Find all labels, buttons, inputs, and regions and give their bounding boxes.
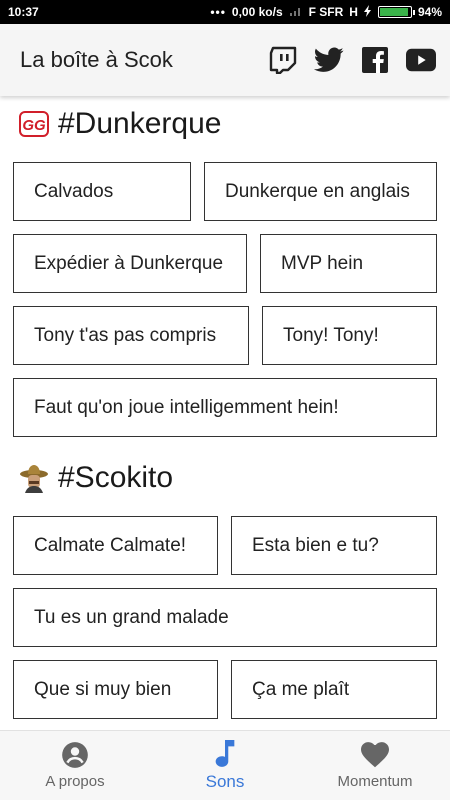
sound-button[interactable]: Esta bien e tu? <box>231 516 437 575</box>
nav-label-a-propos: A propos <box>45 773 105 790</box>
sound-button-row: Expédier à Dunkerque MVP hein <box>13 234 437 293</box>
nav-sons[interactable]: Sons <box>150 731 300 800</box>
section-title: #Dunkerque <box>58 107 222 140</box>
nav-label-sons: Sons <box>205 771 245 791</box>
sound-button[interactable]: Calvados <box>13 162 191 221</box>
sound-button[interactable]: Expédier à Dunkerque <box>13 234 247 293</box>
sound-button[interactable]: Faut qu'on joue intelligemment hein! <box>13 378 437 437</box>
gg-logo-icon: GG <box>18 108 50 140</box>
network-type: H <box>349 5 358 19</box>
battery-icon <box>377 6 415 18</box>
section-header: #Scokito <box>0 450 450 506</box>
sound-button[interactable]: Que si muy bien <box>13 660 218 719</box>
sound-button[interactable]: Tony! Tony! <box>262 306 437 365</box>
sound-button-row: Faut qu'on joue intelligemment hein! <box>13 378 437 437</box>
social-links <box>268 45 436 75</box>
battery-level-fill <box>379 8 408 16</box>
charging-bolt-icon <box>363 4 372 20</box>
heart-icon <box>361 741 389 769</box>
youtube-icon[interactable] <box>406 45 436 75</box>
sound-button-row: Tony t'as pas compris Tony! Tony! <box>13 306 437 365</box>
sound-button[interactable]: Ça me plaît <box>231 660 437 719</box>
twitter-icon[interactable] <box>314 45 344 75</box>
sound-board[interactable]: GG #Dunkerque Calvados Dunkerque en anglais… <box>0 96 450 730</box>
nav-a-propos[interactable]: A propos <box>0 731 150 800</box>
sound-button-grid: Calmate Calmate! Esta bien e tu? Tu es un … <box>0 516 450 719</box>
sound-button[interactable]: Tony t'as pas compris <box>13 306 249 365</box>
sound-button-row: Calvados Dunkerque en anglais <box>13 162 437 221</box>
twitch-icon[interactable] <box>268 45 298 75</box>
network-speed: 0,00 ko/s <box>231 5 283 19</box>
status-bar: 10:37 ••• 0,00 ko/s F SFR H 94% <box>0 0 450 24</box>
sections-container: GG #Dunkerque Calvados Dunkerque en anglais… <box>0 96 450 719</box>
sound-button[interactable]: MVP hein <box>260 234 437 293</box>
carrier-name: F SFR <box>308 5 344 19</box>
status-right: ••• 0,00 ko/s F SFR H 94% <box>210 4 442 20</box>
sombrero-avatar-icon <box>18 462 50 494</box>
notification-dots: ••• <box>210 5 226 19</box>
sound-button-row: Tu es un grand malade <box>13 588 437 647</box>
battery-percent: 94% <box>417 5 442 19</box>
gg-logo-text: GG <box>22 117 46 134</box>
app-bar: La boîte à Scok <box>0 24 450 96</box>
sound-button[interactable]: Tu es un grand malade <box>13 588 437 647</box>
section-title: #Scokito <box>58 461 174 494</box>
account-circle-icon <box>61 741 89 769</box>
section-header: GG #Dunkerque <box>0 96 450 152</box>
music-note-icon <box>211 739 239 768</box>
bottom-navigation: A propos Sons Momentum <box>0 730 450 800</box>
nav-label-momentum: Momentum <box>337 773 413 790</box>
sound-button[interactable]: Calmate Calmate! <box>13 516 218 575</box>
signal-icon <box>289 5 303 20</box>
sound-button-row: Calmate Calmate! Esta bien e tu? <box>13 516 437 575</box>
app-title: La boîte à Scok <box>20 47 173 72</box>
sound-button-row: Que si muy bien Ça me plaît <box>13 660 437 719</box>
sound-button[interactable]: Dunkerque en anglais <box>204 162 437 221</box>
sound-button-grid: Calvados Dunkerque en anglais Expédier à D… <box>0 162 450 437</box>
nav-momentum[interactable]: Momentum <box>300 731 450 800</box>
status-time: 10:37 <box>8 5 39 19</box>
facebook-icon[interactable] <box>360 45 390 75</box>
